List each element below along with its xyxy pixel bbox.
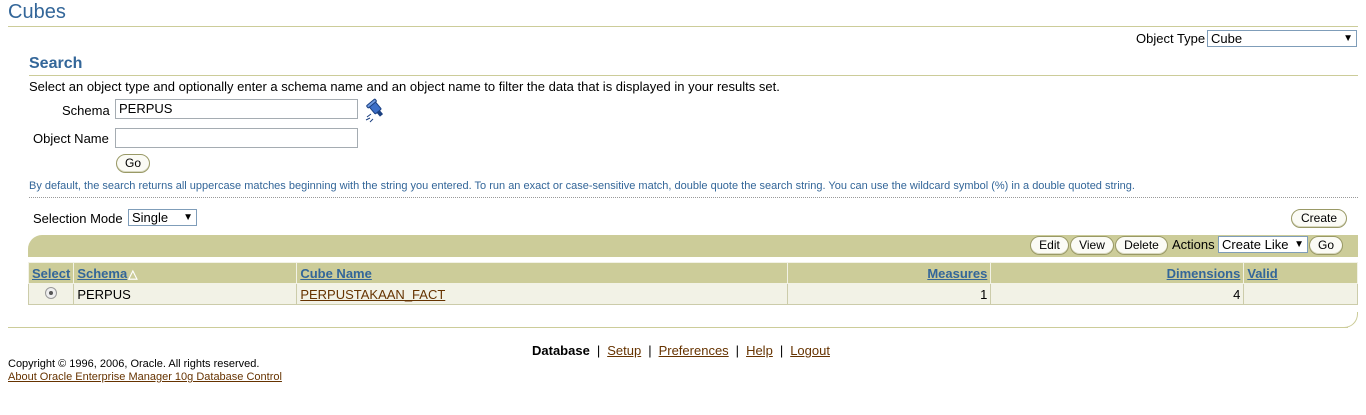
sort-ascending-icon: △ — [128, 266, 138, 281]
footer-separator: | — [648, 343, 652, 358]
header-dimensions[interactable]: Dimensions — [990, 262, 1245, 284]
search-section-title: Search — [29, 55, 83, 72]
actions-value: Create Like — [1222, 237, 1289, 252]
search-go-button[interactable]: Go — [116, 154, 150, 173]
flashlight-icon[interactable] — [364, 97, 390, 123]
row-select-cell — [27, 283, 75, 305]
object-name-label: Object Name — [33, 131, 109, 146]
schema-label: Schema — [62, 103, 110, 118]
header-schema-link[interactable]: Schema — [77, 266, 127, 281]
chevron-down-icon: ▼ — [1343, 33, 1353, 44]
header-select: Select — [27, 262, 75, 284]
table-row: PERPUS PERPUSTAKAAN_FACT 1 4 — [27, 283, 1358, 305]
footer-links: Database | Setup | Preferences | Help | Logout — [532, 343, 830, 358]
chevron-down-icon: ▼ — [1294, 239, 1304, 250]
title-divider — [8, 26, 1358, 27]
footer-separator: | — [735, 343, 740, 358]
header-dimensions-link[interactable]: Dimensions — [1167, 266, 1241, 281]
copyright-text: Copyright © 1996, 2006, Oracle. All righ… — [8, 358, 260, 370]
schema-input[interactable]: PERPUS — [115, 99, 358, 119]
actions-go-button[interactable]: Go — [1309, 236, 1343, 255]
header-schema[interactable]: Schema△ — [73, 262, 298, 284]
footer-separator: | — [596, 343, 601, 358]
object-name-input[interactable] — [115, 128, 358, 148]
row-valid — [1243, 283, 1358, 305]
object-type-select[interactable]: Cube ▼ — [1207, 30, 1357, 47]
row-cube-name-link[interactable]: PERPUSTAKAAN_FACT — [300, 287, 445, 302]
row-schema: PERPUS — [73, 283, 298, 305]
bottom-divider — [8, 312, 1358, 328]
row-select-radio[interactable] — [45, 286, 58, 299]
header-measures-link[interactable]: Measures — [927, 266, 987, 281]
header-cube-name-link[interactable]: Cube Name — [300, 266, 372, 281]
view-button[interactable]: View — [1070, 236, 1114, 255]
selection-mode-select[interactable]: Single ▼ — [128, 209, 197, 226]
header-valid-link[interactable]: Valid — [1247, 266, 1277, 281]
create-button[interactable]: Create — [1291, 209, 1347, 228]
header-select-link[interactable]: Select — [32, 266, 70, 281]
footer-link-setup[interactable]: Setup — [607, 343, 641, 358]
search-hint: By default, the search returns all upper… — [29, 180, 1135, 192]
footer-link-database[interactable]: Database — [532, 343, 590, 358]
delete-button[interactable]: Delete — [1115, 236, 1168, 255]
footer-link-help[interactable]: Help — [746, 343, 773, 358]
actions-select[interactable]: Create Like ▼ — [1218, 236, 1308, 253]
actions-label: Actions — [1172, 237, 1215, 252]
header-cube-name[interactable]: Cube Name — [296, 262, 789, 284]
footer-link-preferences[interactable]: Preferences — [659, 343, 729, 358]
header-measures[interactable]: Measures — [787, 262, 992, 284]
footer-link-logout[interactable]: Logout — [790, 343, 830, 358]
object-type-value: Cube — [1211, 31, 1243, 46]
search-instructions: Select an object type and optionally ent… — [29, 79, 780, 94]
header-valid[interactable]: Valid — [1243, 262, 1358, 284]
table-header-row: Select Schema△ Cube Name Measures Dimens… — [27, 262, 1358, 284]
results-table: Select Schema△ Cube Name Measures Dimens… — [27, 262, 1358, 305]
row-measures: 1 — [787, 283, 992, 305]
edit-button[interactable]: Edit — [1030, 236, 1069, 255]
search-divider — [29, 75, 1358, 76]
page-title: Cubes — [8, 1, 66, 23]
chevron-down-icon: ▼ — [183, 212, 193, 223]
row-dimensions: 4 — [990, 283, 1245, 305]
footer-separator: | — [779, 343, 784, 358]
about-link[interactable]: About Oracle Enterprise Manager 10g Data… — [8, 371, 282, 383]
selection-mode-value: Single — [132, 210, 169, 225]
object-type-label: Object Type — [1136, 31, 1206, 46]
row-cube-name-cell: PERPUSTAKAAN_FACT — [296, 283, 789, 305]
section-dotted-divider — [29, 197, 1358, 198]
selection-mode-label: Selection Mode — [33, 211, 123, 226]
